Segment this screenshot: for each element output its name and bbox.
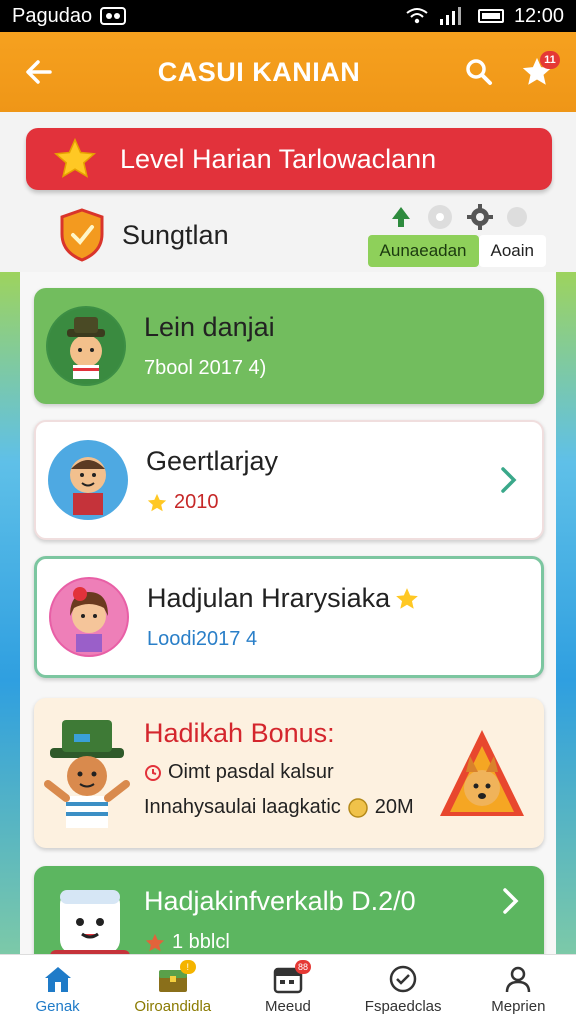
page-title: CASUI KANIAN [157,56,361,87]
hat-boy-avatar-icon [48,308,124,384]
avatar [46,306,126,386]
coin-icon [348,797,368,818]
battery-icon [477,9,504,23]
bonus-value: 20M [374,796,414,818]
level-banner-text: Level Harian Tarlowaclann [120,143,437,174]
nav-item-rewards[interactable]: ! Oiroandidla [118,960,228,1015]
bottom-nav: Genak ! Oiroandidla 88 Meeud Fspaedclas … [0,954,576,1024]
nav-label: Meeud [265,998,311,1015]
nav-item-messages[interactable]: 88 Meeud [233,960,343,1015]
notification-icon [100,7,127,25]
user-icon [506,966,531,993]
level-banner[interactable]: Level Harian Tarlowaclann [26,128,552,190]
boy-avatar-icon [50,442,126,518]
header-panel: Level Harian Tarlowaclann Sungtlan Aunae… [0,112,576,272]
nav-label: Genak [35,998,80,1015]
mode-toggle: Aunaeadan Aoain [367,235,546,267]
signal-icon [439,7,461,25]
nav-label: Meprien [491,998,546,1015]
avatar [48,440,128,520]
badge-check-icon [389,965,417,993]
list-card[interactable]: Hadjakinfverkalb D.2/0 1 bblcl [34,866,544,956]
search-button[interactable] [458,51,500,93]
status-carrier-text: Pagudao [12,4,93,27]
toggle-option-b[interactable]: Aoain [478,235,546,267]
star-icon [396,587,418,609]
profile-row: Sungtlan Aunaeadan Aoain [58,200,546,270]
star-icon [147,493,167,511]
home-icon [44,967,71,992]
nav-label: Oiroandidla [134,998,212,1015]
card-subtitle: 1 bblcl [172,931,230,953]
status-bar: Pagudao 12:00 [0,0,576,32]
card-title: Hadjakinfverkalb D.2/0 [144,886,416,916]
card-title: Lein danjai [144,312,275,342]
favorites-button[interactable]: 11 [516,51,560,93]
fox-icon [440,730,524,816]
profile-name: Sungtlan [122,219,229,250]
avatar [49,577,129,657]
back-arrow-icon [26,60,52,84]
robot-avatar-icon [50,890,130,956]
list-card[interactable]: Lein danjai 7bool 2017 4) [34,288,544,404]
card-list: Lein danjai 7bool 2017 4) Geertlarjay 20… [20,272,556,956]
card-title: Geertlarjay [146,446,279,476]
search-icon [466,59,492,85]
list-card[interactable]: Hadjulan Hrarysiaka Loodi2017 4 [34,556,544,678]
clock-icon [145,764,161,781]
app-bar: CASUI KANIAN 11 [0,32,576,112]
back-button[interactable] [18,51,60,93]
tree-icon [392,207,410,227]
status-time: 12:00 [513,4,564,27]
gold-star-icon [53,137,97,178]
nav-badge: 88 [294,960,311,974]
bonus-card[interactable]: Hadikah Bonus: Oimt pasdal kalsur Innahy… [34,698,544,848]
card-title: Hadjulan Hrarysiaka [147,583,391,613]
nav-item-profile[interactable]: Meprien [463,964,573,1015]
toggle-option-a[interactable]: Aunaeadan [367,235,479,267]
list-card[interactable]: Geertlarjay 2010 [34,420,544,540]
wifi-icon [406,8,428,24]
ball-icon [428,205,452,229]
hat-character-icon [44,720,130,828]
gear-icon[interactable] [466,203,494,231]
nav-badge: ! [179,960,196,974]
card-subtitle: 7bool 2017 4) [144,357,267,379]
bonus-title: Hadikah Bonus: [144,718,335,748]
bonus-line-1: Oimt pasdal kalsur [168,761,334,783]
shield-icon [60,208,104,262]
card-subtitle: Loodi2017 4 [147,628,258,650]
bonus-line-2: Innahysaulai laagkatic [144,796,341,818]
star-icon [145,933,165,951]
nav-label: Fspaedclas [364,998,442,1015]
chevron-right-icon[interactable] [498,465,520,495]
dot-icon [507,207,527,227]
notification-badge: 11 [539,51,560,69]
chevron-right-icon[interactable] [500,886,522,916]
card-subtitle: 2010 [174,491,219,513]
nav-item-home[interactable]: Genak [3,964,113,1015]
nav-item-special[interactable]: Fspaedclas [348,964,458,1015]
girl-avatar-icon [51,579,127,655]
